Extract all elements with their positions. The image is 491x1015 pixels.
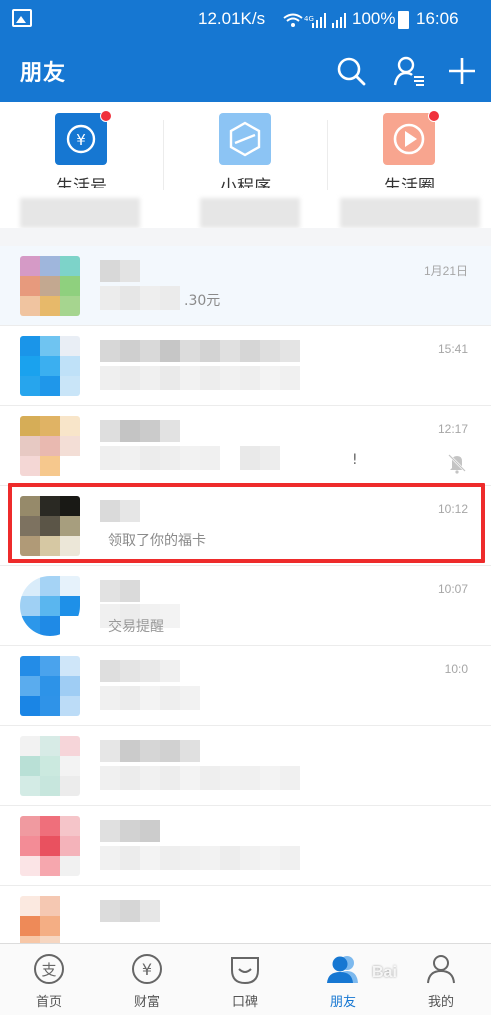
blurred-name [100,820,160,842]
blurred-name [100,420,180,442]
message-preview: ! [352,452,358,468]
tab-home[interactable]: 支 首页 [0,944,98,1015]
shortcut-life-account[interactable]: ¥ 生活号 [0,110,163,230]
blurred-message [100,446,340,470]
blurred-name [100,500,140,522]
conversation-row[interactable] [0,886,491,943]
blurred-name [100,340,300,362]
message-time: 10:07 [437,582,468,596]
blurred-name [100,900,160,922]
wealth-icon: ¥ [132,954,162,984]
mini-program-icon [219,113,271,165]
conversation-row[interactable]: 10:0 [0,646,491,726]
shortcut-label: 生活圈 [384,177,435,188]
top-app-bar: 朋友 [0,40,491,102]
message-preview: 交易提醒 [108,619,164,635]
home-icon: 支 [34,954,64,984]
shortcut-mini-program[interactable]: 小程序 [164,110,327,230]
blurred-message [100,366,300,390]
life-circle-icon [383,113,435,165]
blurred-message [100,766,300,790]
conversation-row[interactable]: .30元 1月21日 [0,246,491,326]
bottom-navigation: 支 首页 ¥ 财富 口碑 朋友 我的 [0,943,491,1015]
avatar [20,496,80,556]
conversation-row[interactable]: ! 12:17 [0,406,491,486]
avatar [20,336,80,396]
avatar [20,576,80,636]
tab-profile[interactable]: 我的 [392,944,490,1015]
tab-label: 口碑 [231,995,258,1010]
svg-text:¥: ¥ [142,960,152,979]
watermark: Bai [372,964,397,981]
tab-label: 财富 [133,995,160,1010]
avatar [20,736,80,796]
shortcut-bar: ¥ 生活号 小程序 生活圈 [0,102,491,230]
blurred-message [100,846,300,870]
svg-text:¥: ¥ [76,131,86,149]
koubei-icon [231,957,259,985]
avatar [20,656,80,716]
blurred-name [100,260,140,282]
image-notification-icon [12,9,32,27]
tab-koubei[interactable]: 口碑 [196,944,294,1015]
message-preview: 领取了你的福卡 [108,533,206,549]
life-account-icon: ¥ [55,113,107,165]
conversation-row[interactable] [0,726,491,806]
message-time: 10:12 [437,502,468,516]
message-time: 1月21日 [423,264,468,278]
notification-dot [428,110,440,122]
battery-icon [398,11,409,29]
wifi-signal-icon: 4G [283,13,346,28]
search-icon[interactable] [334,54,368,88]
shortcut-label: 生活号 [56,177,107,188]
network-speed: 12.01K/s [198,9,266,28]
conversation-row[interactable] [0,806,491,886]
blurred-text [340,198,480,228]
plus-icon[interactable] [445,54,479,88]
conversation-row[interactable]: 15:41 [0,326,491,406]
blurred-name [100,740,200,762]
conversation-list: .30元 1月21日 15:41 ! 12:17 领取了你的福卡 10:12 交… [0,246,491,943]
add-contact-icon[interactable] [392,54,426,88]
notification-dot [100,110,112,122]
message-time: 10:0 [444,662,468,676]
status-bar: 12.01K/s 4G 100% 16:06 [0,0,491,40]
page-title: 朋友 [20,61,67,86]
tab-wealth[interactable]: ¥ 财富 [98,944,196,1015]
avatar [20,256,80,316]
avatar [20,816,80,876]
tab-label: 朋友 [329,995,356,1010]
mute-icon [448,454,466,474]
avatar [20,896,80,943]
profile-icon [427,955,455,984]
svg-text:支: 支 [41,961,56,979]
message-time: 12:17 [437,422,468,436]
conversation-row-highlighted[interactable]: 领取了你的福卡 10:12 [0,486,491,566]
message-preview: .30元 [184,293,221,309]
blurred-name [100,580,140,602]
tab-label: 我的 [427,995,454,1010]
section-gap [0,228,491,246]
tab-label: 首页 [35,995,62,1010]
battery-percentage: 100% [352,9,396,28]
blurred-text [200,198,300,228]
conversation-row[interactable]: 交易提醒 10:07 [0,566,491,646]
avatar [20,416,80,476]
shortcut-label: 小程序 [220,177,271,188]
blurred-name [100,660,180,682]
status-time: 16:06 [416,9,459,28]
friends-icon [327,956,358,983]
blurred-message [100,286,180,310]
svg-text:4G: 4G [304,15,314,23]
message-time: 15:41 [437,342,468,356]
shortcut-life-circle[interactable]: 生活圈 [328,110,491,230]
blurred-message [100,686,200,710]
blurred-text [20,198,140,228]
